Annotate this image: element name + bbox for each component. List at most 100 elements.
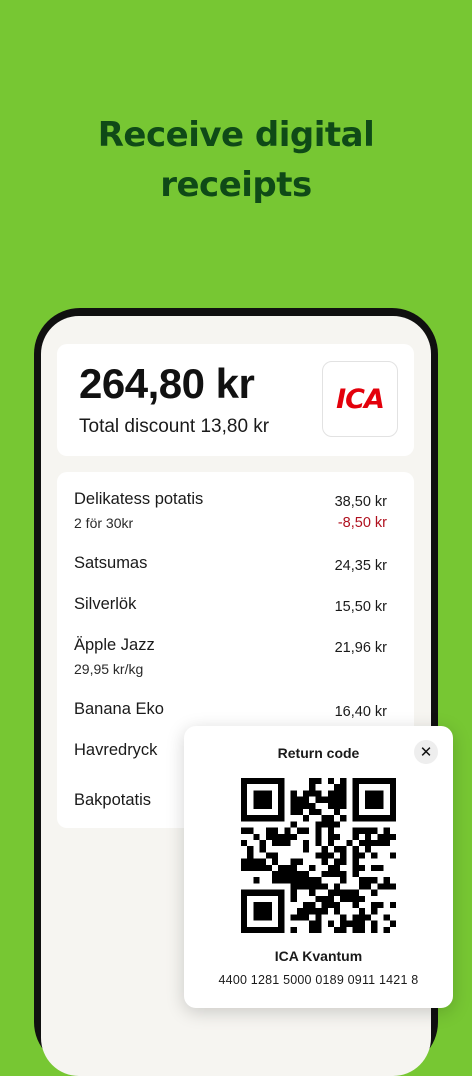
qr-module — [309, 778, 316, 785]
qr-module — [371, 926, 378, 933]
qr-module — [352, 920, 359, 927]
qr-module — [315, 809, 322, 816]
qr-module — [241, 902, 248, 909]
qr-module — [303, 802, 310, 809]
qr-module — [340, 846, 347, 853]
qr-module — [352, 809, 359, 816]
qr-module — [340, 920, 347, 927]
item-name: Banana Eko — [74, 700, 164, 718]
qr-module — [272, 833, 279, 840]
qr-module — [371, 796, 378, 803]
qr-module — [241, 827, 248, 834]
qr-module — [334, 864, 341, 871]
qr-module — [352, 858, 359, 865]
store-logo: ICA — [322, 361, 398, 437]
qr-module — [278, 889, 285, 896]
item-name: Äpple Jazz — [74, 636, 155, 654]
qr-module — [259, 778, 266, 785]
qr-module — [321, 821, 328, 828]
qr-module — [327, 895, 334, 902]
qr-module — [290, 883, 297, 890]
qr-module — [358, 852, 365, 859]
qr-module — [327, 902, 334, 909]
qr-module — [265, 902, 272, 909]
item-price: 15,50 kr — [334, 599, 387, 615]
qr-module — [389, 852, 396, 859]
qr-module — [241, 802, 248, 809]
qr-module — [358, 883, 365, 890]
qr-module — [253, 908, 260, 915]
qr-module — [265, 914, 272, 921]
qr-module — [253, 778, 260, 785]
qr-module — [278, 784, 285, 791]
qr-module — [241, 778, 248, 785]
qr-module — [377, 883, 384, 890]
close-icon[interactable]: ✕ — [414, 740, 438, 764]
qr-module — [365, 790, 372, 797]
qr-module — [272, 858, 279, 865]
qr-module — [303, 871, 310, 878]
qr-module — [365, 796, 372, 803]
qr-module — [352, 902, 359, 909]
receipt-total-card[interactable]: 264,80 kr Total discount 13,80 kr ICA — [57, 344, 414, 456]
qr-module — [253, 864, 260, 871]
qr-module — [383, 827, 390, 834]
qr-module — [334, 802, 341, 809]
qr-module — [315, 827, 322, 834]
qr-module — [358, 864, 365, 871]
qr-module — [358, 827, 365, 834]
qr-module — [247, 852, 254, 859]
qr-module — [377, 790, 384, 797]
qr-module — [327, 827, 334, 834]
qr-module — [389, 778, 396, 785]
qr-module — [265, 815, 272, 822]
qr-module — [284, 864, 291, 871]
qr-module — [352, 827, 359, 834]
qr-module — [334, 908, 341, 915]
qr-module — [303, 877, 310, 884]
qr-module — [371, 877, 378, 884]
qr-module — [296, 858, 303, 865]
qr-module — [303, 883, 310, 890]
qr-module — [315, 914, 322, 921]
qr-module — [284, 840, 291, 847]
qr-module — [303, 902, 310, 909]
qr-module — [340, 858, 347, 865]
qr-module — [259, 796, 266, 803]
qr-module — [327, 920, 334, 927]
qr-module — [272, 827, 279, 834]
qr-module — [365, 827, 372, 834]
qr-module — [253, 833, 260, 840]
qr-module — [253, 815, 260, 822]
qr-module — [278, 796, 285, 803]
qr-module — [296, 809, 303, 816]
qr-module — [253, 790, 260, 797]
qr-module — [253, 877, 260, 884]
qr-module — [309, 877, 316, 884]
qr-module — [358, 815, 365, 822]
qr-module — [352, 895, 359, 902]
item-name: Satsumas — [74, 554, 148, 572]
qr-module — [241, 926, 248, 933]
qr-module — [265, 827, 272, 834]
qr-module — [303, 914, 310, 921]
qr-module — [259, 889, 266, 896]
item-price: 21,96 kr — [334, 640, 387, 656]
qr-module — [327, 889, 334, 896]
qr-module — [383, 833, 390, 840]
qr-module — [303, 790, 310, 797]
qr-module — [265, 889, 272, 896]
qr-module — [315, 778, 322, 785]
qr-module — [309, 908, 316, 915]
qr-module — [265, 852, 272, 859]
qr-module — [253, 902, 260, 909]
qr-module — [383, 914, 390, 921]
qr-module — [365, 846, 372, 853]
headline: Receive digital receipts — [0, 110, 472, 210]
qr-module — [241, 920, 248, 927]
qr-module — [321, 883, 328, 890]
qr-module — [327, 802, 334, 809]
qr-module — [241, 895, 248, 902]
qr-module — [340, 926, 347, 933]
qr-module — [272, 889, 279, 896]
